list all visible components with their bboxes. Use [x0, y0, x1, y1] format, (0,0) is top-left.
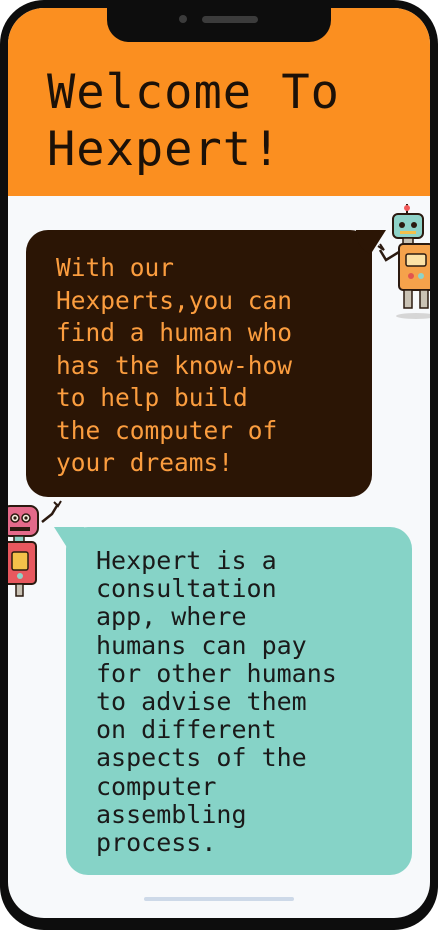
app-screen: Welcome To Hexpert! With our Hexperts,yo… — [8, 8, 430, 918]
robot-icon — [8, 500, 64, 600]
message-bubble-description: Hexpert is a consultation app, where hum… — [66, 527, 412, 875]
page-title: Welcome To Hexpert! — [47, 65, 340, 177]
message-bubble-intro: With our Hexperts,you can find a human w… — [26, 230, 372, 497]
robot-icon — [376, 204, 430, 320]
home-indicator[interactable] — [144, 897, 294, 901]
device-notch — [107, 8, 331, 42]
speaker-icon — [202, 16, 258, 23]
camera-icon — [179, 15, 187, 23]
phone-frame: Welcome To Hexpert! With our Hexperts,yo… — [0, 0, 438, 930]
